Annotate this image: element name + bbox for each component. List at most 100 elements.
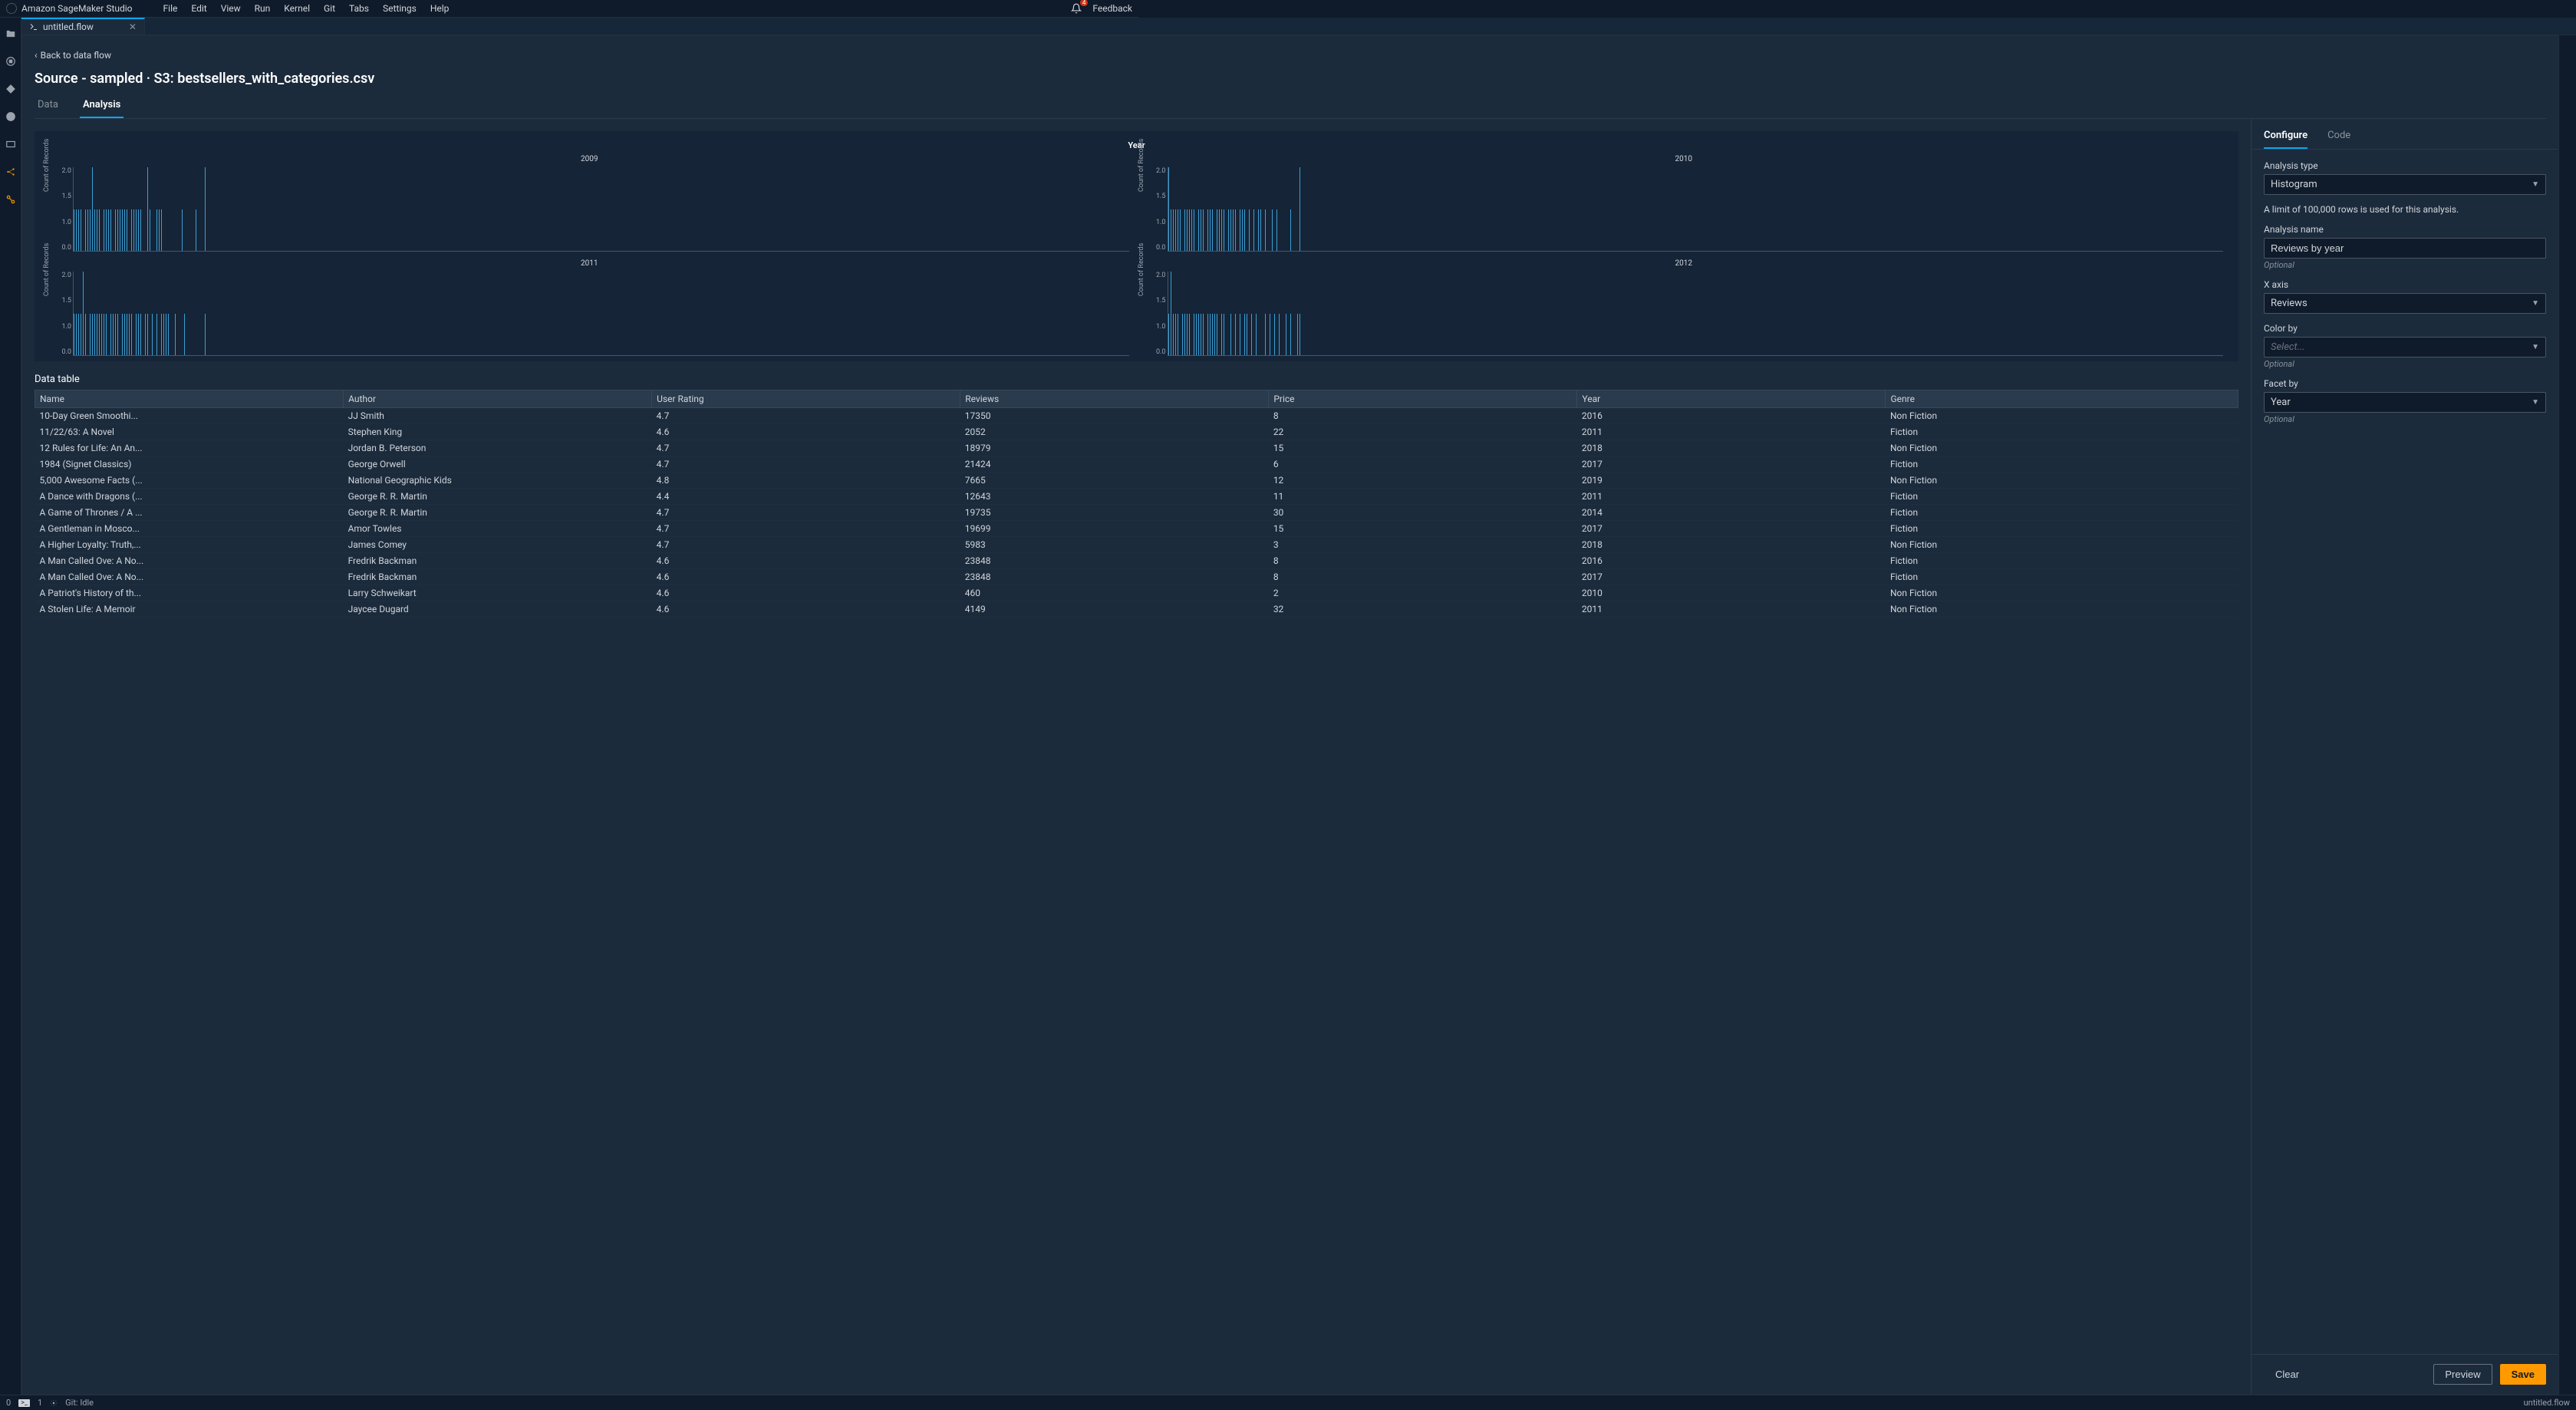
running-icon[interactable] <box>5 56 16 67</box>
table-row[interactable]: A Stolen Life: A MemoirJaycee Dugard4.64… <box>35 601 2238 618</box>
optional-hint-2: Optional <box>2264 359 2546 369</box>
menu-edit[interactable]: Edit <box>191 3 206 14</box>
left-activity-bar <box>0 18 21 1395</box>
chevron-down-icon: ▼ <box>2532 299 2539 308</box>
analysis-left-pane: Year 20092.01.51.00.0Count of Records201… <box>22 119 2252 1394</box>
y-axis-label: Count of Records <box>43 139 51 192</box>
xaxis-select[interactable]: Reviews ▼ <box>2264 293 2546 314</box>
analysis-type-select[interactable]: Histogram ▼ <box>2264 174 2546 195</box>
menu-kernel[interactable]: Kernel <box>284 3 310 14</box>
table-row[interactable]: A Patriot's History of th...Larry Schwei… <box>35 585 2238 601</box>
menu-view[interactable]: View <box>221 3 241 14</box>
facet-label: 2011 <box>581 259 598 268</box>
tab-configure[interactable]: Configure <box>2264 130 2308 149</box>
chart-facet: 20122.01.51.00.0Count of Records <box>1145 261 2224 356</box>
table-row[interactable]: 5,000 Awesome Facts (...National Geograp… <box>35 473 2238 489</box>
menu-file[interactable]: File <box>163 3 178 14</box>
colorby-label: Color by <box>2264 323 2546 334</box>
top-menubar: Amazon SageMaker Studio File Edit View R… <box>0 0 1138 18</box>
chevron-down-icon: ▼ <box>2532 398 2539 407</box>
facetby-value: Year <box>2271 397 2291 408</box>
folder-icon[interactable] <box>5 28 16 39</box>
table-row[interactable]: 11/22/63: A NovelStephen King4.620522220… <box>35 424 2238 440</box>
data-table-scroll[interactable]: NameAuthorUser RatingReviewsPriceYearGen… <box>35 390 2238 1382</box>
tab-untitled-flow[interactable]: untitled.flow ✕ <box>21 18 145 35</box>
analysis-type-label: Analysis type <box>2264 160 2546 171</box>
table-row[interactable]: 12 Rules for Life: An An...Jordan B. Pet… <box>35 440 2238 456</box>
column-header[interactable]: Year <box>1577 390 1886 408</box>
column-header[interactable]: User Rating <box>652 390 960 408</box>
document-tabbar: untitled.flow ✕ <box>21 18 2576 35</box>
feedback-link[interactable]: Feedback <box>1092 3 1132 14</box>
chart-title: Year <box>50 140 2223 150</box>
column-header[interactable]: Genre <box>1886 390 2238 408</box>
tab-analysis[interactable]: Analysis <box>80 99 124 118</box>
flow-header: ‹ Back to data flow Source - sampled · S… <box>22 36 2558 119</box>
table-row[interactable]: A Dance with Dragons (...George R. R. Ma… <box>35 489 2238 505</box>
tab-icon[interactable] <box>5 139 16 150</box>
menu-git[interactable]: Git <box>324 3 335 14</box>
y-ticks: 2.01.51.00.0 <box>56 167 71 252</box>
y-axis-label: Count of Records <box>43 243 51 296</box>
chevron-left-icon: ‹ <box>35 50 38 61</box>
column-header[interactable]: Reviews <box>960 390 1269 408</box>
source-title: Source - sampled · S3: bestsellers_with_… <box>35 71 2546 87</box>
facet-label: 2009 <box>581 155 598 163</box>
back-to-flow-link[interactable]: ‹ Back to data flow <box>35 50 111 61</box>
cog-small-icon[interactable] <box>50 1399 58 1407</box>
chevron-down-icon: ▼ <box>2532 180 2539 189</box>
y-ticks: 2.01.51.00.0 <box>1151 272 1166 356</box>
facet-label: 2012 <box>1675 259 1692 268</box>
config-panel: Configure Code Analysis type Histogram ▼… <box>2252 119 2558 1394</box>
notifications-icon[interactable]: 4 <box>1071 3 1082 14</box>
experiments-icon[interactable] <box>5 194 16 205</box>
preview-button[interactable]: Preview <box>2433 1364 2492 1385</box>
colorby-placeholder: Select... <box>2271 341 2305 353</box>
status-zero: 0 <box>6 1398 11 1408</box>
components-icon[interactable] <box>5 166 16 177</box>
tab-code[interactable]: Code <box>2327 130 2350 149</box>
facet-plot <box>1168 167 2224 252</box>
data-table: NameAuthorUser RatingReviewsPriceYearGen… <box>35 390 2238 618</box>
status-one: 1 <box>38 1398 42 1408</box>
facet-plot <box>73 167 1129 252</box>
analysis-name-input[interactable] <box>2264 238 2546 259</box>
status-bar: 0 >_ 1 Git: Idle untitled.flow <box>0 1395 2576 1410</box>
terminal-icon[interactable]: >_ <box>18 1399 30 1407</box>
status-filename: untitled.flow <box>2524 1398 2570 1408</box>
facet-plot <box>73 272 1129 356</box>
column-header[interactable]: Name <box>35 390 344 408</box>
menu-run[interactable]: Run <box>255 3 271 14</box>
top-menu: File Edit View Run Kernel Git Tabs Setti… <box>163 3 450 14</box>
git-icon[interactable] <box>5 84 16 94</box>
y-ticks: 2.01.51.00.0 <box>56 272 71 356</box>
main-content: ‹ Back to data flow Source - sampled · S… <box>21 35 2559 1395</box>
colorby-select[interactable]: Select... ▼ <box>2264 337 2546 357</box>
y-axis-label: Count of Records <box>1138 139 1145 192</box>
close-icon[interactable]: ✕ <box>129 21 137 32</box>
chevron-down-icon: ▼ <box>2532 343 2539 351</box>
tab-label: untitled.flow <box>43 21 94 32</box>
table-row[interactable]: A Higher Loyalty: Truth,...James Comey4.… <box>35 537 2238 553</box>
facetby-select[interactable]: Year ▼ <box>2264 392 2546 413</box>
menu-help[interactable]: Help <box>430 3 450 14</box>
menu-tabs[interactable]: Tabs <box>349 3 369 14</box>
analysis-name-label: Analysis name <box>2264 224 2546 235</box>
table-title: Data table <box>35 374 2238 385</box>
clear-button[interactable]: Clear <box>2264 1364 2311 1385</box>
palette-icon[interactable] <box>5 111 16 122</box>
table-row[interactable]: 1984 (Signet Classics)George Orwell4.721… <box>35 456 2238 473</box>
chart-facet: 20102.01.51.00.0Count of Records <box>1145 156 2224 252</box>
column-header[interactable]: Author <box>344 390 652 408</box>
menu-settings[interactable]: Settings <box>383 3 417 14</box>
tab-data[interactable]: Data <box>35 99 61 118</box>
save-button[interactable]: Save <box>2500 1364 2546 1385</box>
table-row[interactable]: A Gentleman in Mosco...Amor Towles4.7196… <box>35 521 2238 537</box>
histogram-chart: Year 20092.01.51.00.0Count of Records201… <box>35 131 2238 361</box>
table-row[interactable]: 10-Day Green Smoothi...JJ Smith4.7173508… <box>35 408 2238 424</box>
git-status: Git: Idle <box>65 1398 94 1408</box>
table-row[interactable]: A Game of Thrones / A ...George R. R. Ma… <box>35 505 2238 521</box>
table-row[interactable]: A Man Called Ove: A No...Fredrik Backman… <box>35 553 2238 569</box>
table-row[interactable]: A Man Called Ove: A No...Fredrik Backman… <box>35 569 2238 585</box>
column-header[interactable]: Price <box>1269 390 1577 408</box>
